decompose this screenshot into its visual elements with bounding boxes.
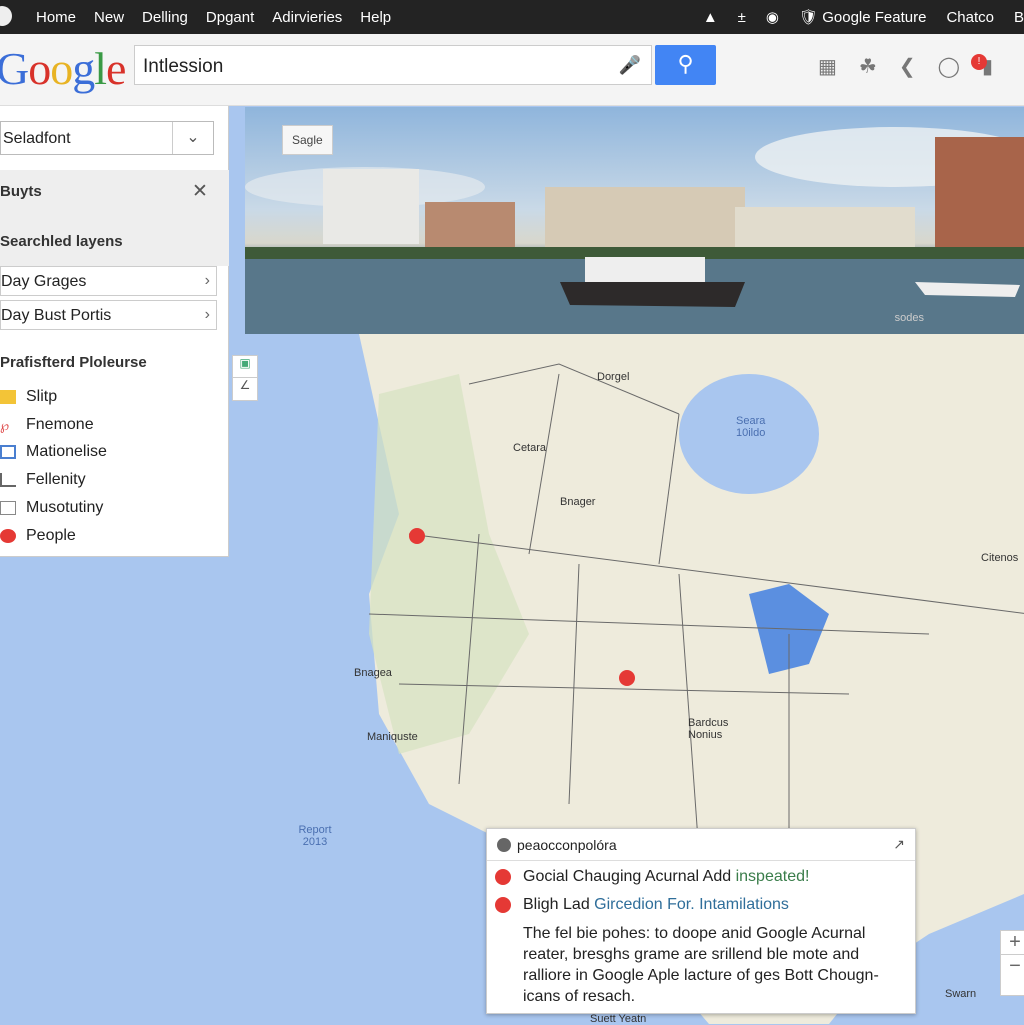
list-item[interactable]: People: [0, 527, 76, 545]
ruler-icon[interactable]: ∠: [233, 378, 257, 392]
map-label: Bnager: [560, 496, 596, 508]
map-label: Report 2013: [298, 824, 332, 848]
chevron-down-icon[interactable]: ⌄: [172, 122, 213, 154]
item-label: Fellenity: [26, 471, 86, 488]
search-row: Google Intlession 🎤 ⚲ ▦ ☘ ❮ ◯ ▮ !: [0, 34, 1024, 106]
nav-dpgant[interactable]: Dpgant: [206, 9, 254, 26]
list-item[interactable]: ℘ Fnemone: [0, 416, 94, 434]
search-icon: ⚲: [677, 51, 694, 76]
map-marker: [619, 670, 635, 686]
alert-icon: [495, 897, 511, 913]
home-icon[interactable]: ▲: [703, 9, 718, 26]
map-label: Dorgel: [597, 371, 630, 383]
photo-label: Sagle: [282, 125, 333, 155]
zoom-in-button[interactable]: +: [1001, 931, 1024, 955]
google-logo[interactable]: Google: [0, 42, 126, 95]
nav-new[interactable]: New: [94, 9, 124, 26]
nav-adirvieries[interactable]: Adirvieries: [272, 9, 342, 26]
map-label: Maniquste: [367, 731, 418, 743]
map-marker: [409, 528, 425, 544]
route-icon: ℘: [0, 418, 10, 433]
search-input[interactable]: Intlession 🎤: [134, 45, 652, 85]
top-nav-bar: Home New Delling Dpgant Adirvieries Help…: [0, 0, 1024, 34]
layer-row[interactable]: Day Bust Portis ›: [0, 300, 217, 330]
popup-title: peaocconpolóra: [517, 837, 617, 853]
item-label: Mationelise: [26, 443, 107, 460]
list-item[interactable]: Mationelise: [0, 443, 107, 461]
notification-badge: !: [971, 54, 987, 70]
folder-icon: [0, 390, 16, 404]
chevron-right-icon: ›: [204, 272, 210, 289]
item-label: Slitp: [26, 388, 58, 405]
apps-grid-icon[interactable]: ▦: [818, 54, 837, 79]
popup-line-2[interactable]: Bligh Lad Gircedion For. Intamilations: [523, 896, 789, 914]
google-feature-label: Google Feature: [822, 9, 927, 26]
section-title: Searchled layens: [0, 233, 123, 250]
line1-text: Gocial Chauging Acurnal Add: [523, 868, 736, 885]
app-icon[interactable]: [0, 6, 12, 26]
harbor-photo: Sagle sodes: [245, 107, 1024, 334]
map-label: Citenos: [981, 552, 1019, 564]
nav-help[interactable]: Help: [360, 9, 391, 26]
search-button[interactable]: ⚲: [655, 45, 716, 85]
nav-delling[interactable]: Delling: [142, 9, 188, 26]
map-label: Suett Yeatn: [590, 1013, 647, 1025]
back-icon[interactable]: ❮: [899, 54, 916, 79]
microphone-icon[interactable]: 🎤: [619, 55, 641, 76]
zoom-controls[interactable]: + −: [1000, 930, 1024, 996]
list-item[interactable]: Slitp: [0, 388, 57, 406]
document-icon: [0, 501, 16, 515]
layer-select[interactable]: Seladfont ⌄: [0, 121, 214, 155]
layers-icon[interactable]: ▣: [233, 356, 257, 378]
popup-line-1[interactable]: Gocial Chauging Acurnal Add inspeated!: [523, 868, 809, 886]
row-label: Day Bust Portis: [1, 307, 112, 324]
image-icon: [0, 445, 16, 459]
row-label: Day Grages: [1, 273, 87, 290]
section-title: Prafisfterd Ploleurse: [0, 354, 147, 371]
alert-icon: [495, 869, 511, 885]
photo-watermark: sodes: [894, 312, 924, 324]
map-label: Bnagea: [354, 667, 392, 679]
list-item[interactable]: Musotutiny: [0, 499, 103, 517]
more-menu[interactable]: B: [1014, 9, 1024, 26]
close-icon[interactable]: ✕: [192, 180, 208, 203]
bug-icon[interactable]: ☘: [859, 54, 877, 79]
harbor-scene: [245, 127, 1024, 334]
location-icon[interactable]: ◉: [766, 8, 779, 26]
list-item[interactable]: Fellenity: [0, 471, 86, 489]
info-popup: peaocconpolóra ↗ Gocial Chauging Acurnal …: [486, 828, 916, 1014]
zoom-out-button[interactable]: −: [1001, 955, 1024, 978]
search-query: Intlession: [143, 56, 224, 77]
select-value: Seladfont: [3, 130, 71, 147]
nav-home[interactable]: Home: [36, 9, 76, 26]
plus-icon[interactable]: ±: [738, 9, 746, 26]
globe-icon: [497, 838, 511, 852]
map-layer-controls[interactable]: ▣ ∠: [232, 355, 258, 401]
layer-row[interactable]: Day Grages ›: [0, 266, 217, 296]
item-label: Musotutiny: [26, 499, 104, 516]
map-label: Bardcus Nonius: [688, 717, 729, 741]
expand-icon[interactable]: ↗: [893, 836, 905, 853]
layers-panel: Seladfont ⌄ Buyts ✕ Searchled layens Day …: [0, 106, 229, 557]
popup-body: The fel bie pohes: to doope anid Google …: [523, 925, 879, 1005]
notifications-icon[interactable]: ◯: [938, 54, 960, 79]
item-label: People: [26, 527, 76, 544]
item-label: Fnemone: [26, 416, 94, 433]
user-menu[interactable]: Chatco: [946, 9, 994, 26]
line2-text: Bligh Lad: [523, 896, 595, 913]
map-label: Swarn: [945, 988, 977, 1000]
map-label: Seara 10ildo: [736, 415, 766, 439]
google-feature-link[interactable]: 🛡 Google Feature: [799, 8, 926, 26]
chevron-right-icon: ›: [204, 306, 210, 323]
pin-icon: [0, 529, 16, 543]
map-label: Cetara: [513, 442, 547, 454]
line2-link[interactable]: Gircedion For. Intamilations: [594, 896, 789, 913]
line1-link[interactable]: inspeated!: [736, 868, 810, 885]
chart-icon: [0, 473, 16, 487]
